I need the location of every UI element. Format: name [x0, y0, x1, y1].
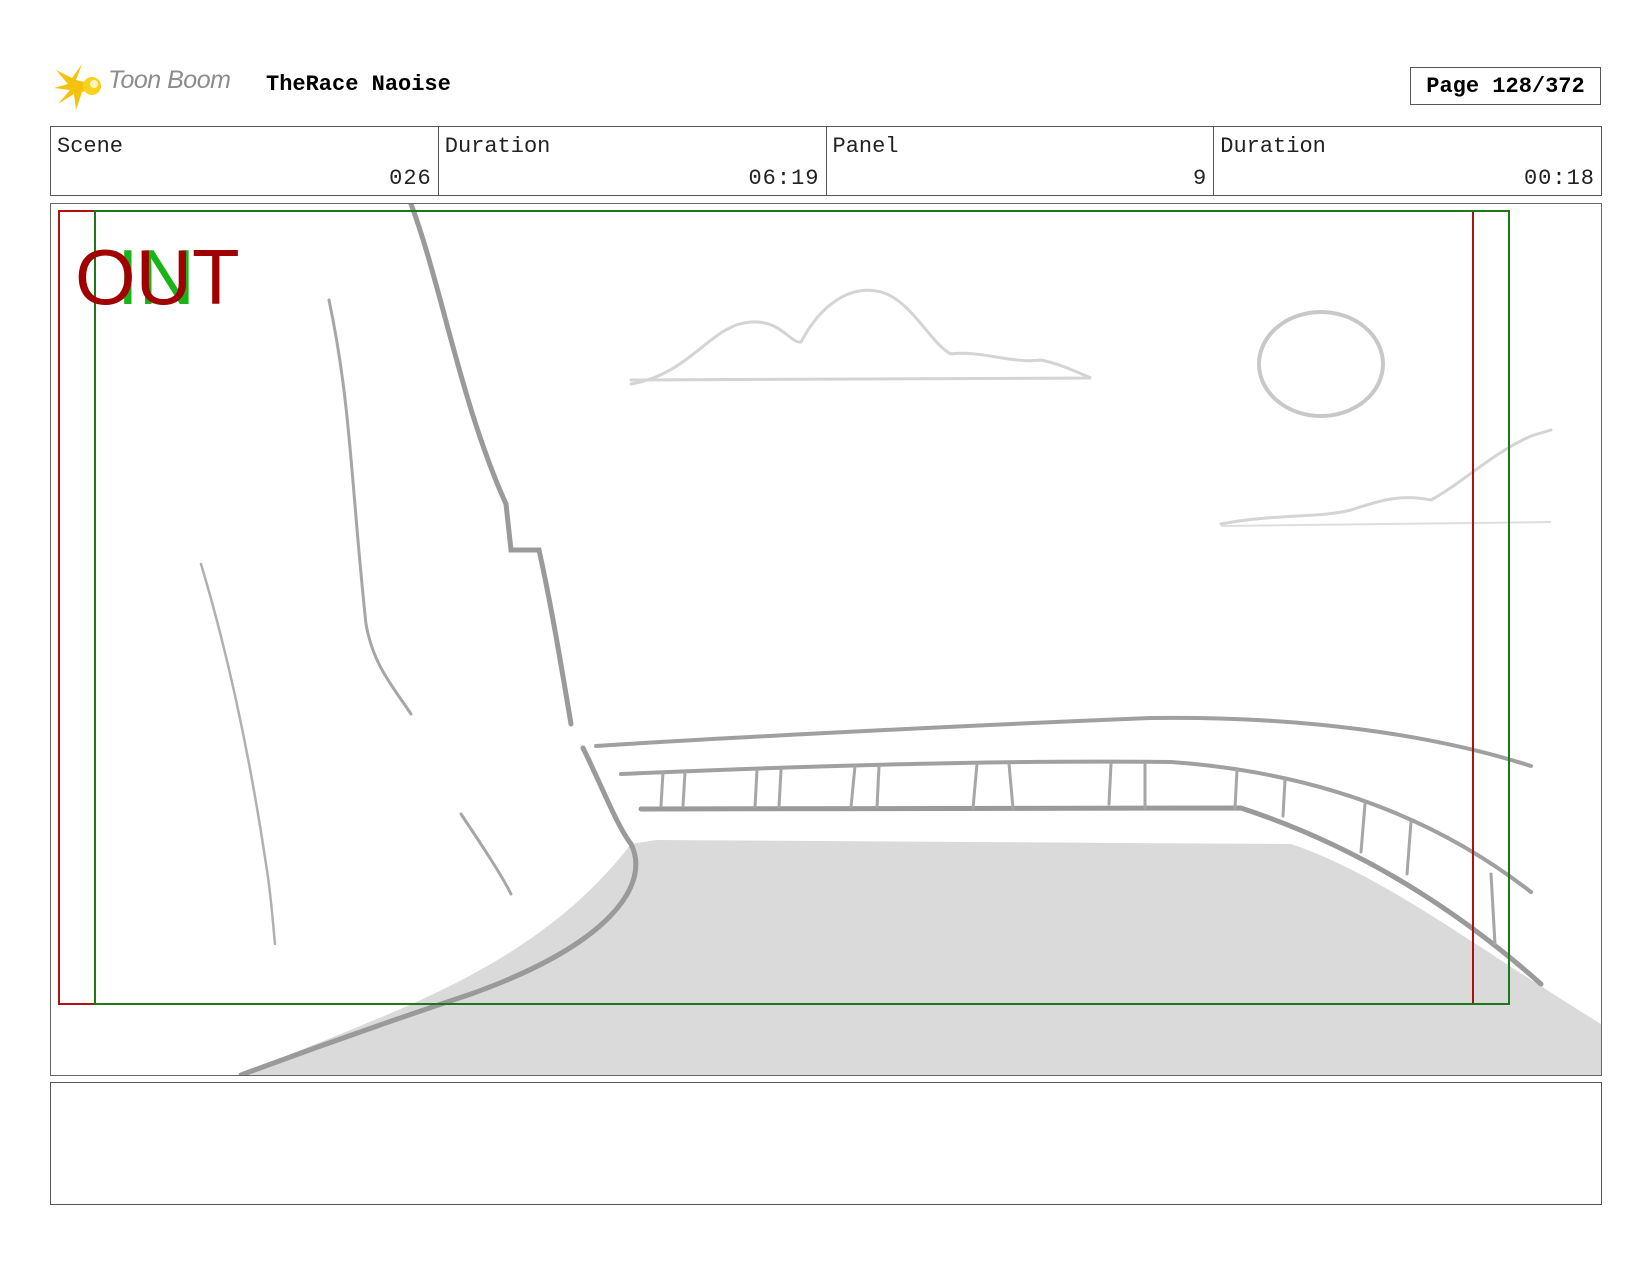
info-table: Scene 026 Duration 06:19 Panel 9 Duratio… [50, 126, 1602, 196]
page-number: Page 128/372 [1410, 67, 1601, 105]
sun [1257, 310, 1385, 418]
notes-box [50, 1082, 1602, 1205]
track-surface [241, 840, 1601, 1075]
cloud-1 [629, 288, 1092, 386]
scene-duration-value: 06:19 [748, 166, 820, 191]
project-title: TheRace Naoise [266, 72, 451, 97]
panel-cell: Panel 9 [827, 127, 1215, 195]
sunburst-logo-icon [54, 64, 102, 110]
cliff-crease-1 [327, 298, 413, 716]
guard-rail-top [594, 715, 1533, 768]
cliff-crease-3 [459, 812, 513, 896]
cloud-2 [1219, 428, 1553, 526]
toon-boom-logo: Toon Boom [52, 58, 252, 114]
panel-duration-cell: Duration 00:18 [1214, 127, 1601, 195]
scene-duration-cell: Duration 06:19 [439, 127, 827, 195]
horizon-line [1220, 521, 1552, 527]
logo-text: Toon Boom [108, 66, 231, 94]
storyboard-panel: IN OUT [50, 203, 1602, 1076]
panel-duration-label: Duration [1220, 134, 1326, 159]
cliff-outline [408, 204, 574, 727]
scene-cell: Scene 026 [51, 127, 439, 195]
panel-duration-value: 00:18 [1523, 166, 1595, 191]
scene-value: 026 [389, 166, 432, 191]
cliff-crease-2 [199, 562, 277, 946]
panel-sketch [58, 204, 1601, 1075]
scene-label: Scene [57, 134, 124, 159]
out-marker: OUT [75, 233, 240, 321]
panel-value: 9 [1193, 166, 1208, 191]
panel-label: Panel [832, 134, 899, 159]
scene-duration-label: Duration [444, 134, 551, 159]
